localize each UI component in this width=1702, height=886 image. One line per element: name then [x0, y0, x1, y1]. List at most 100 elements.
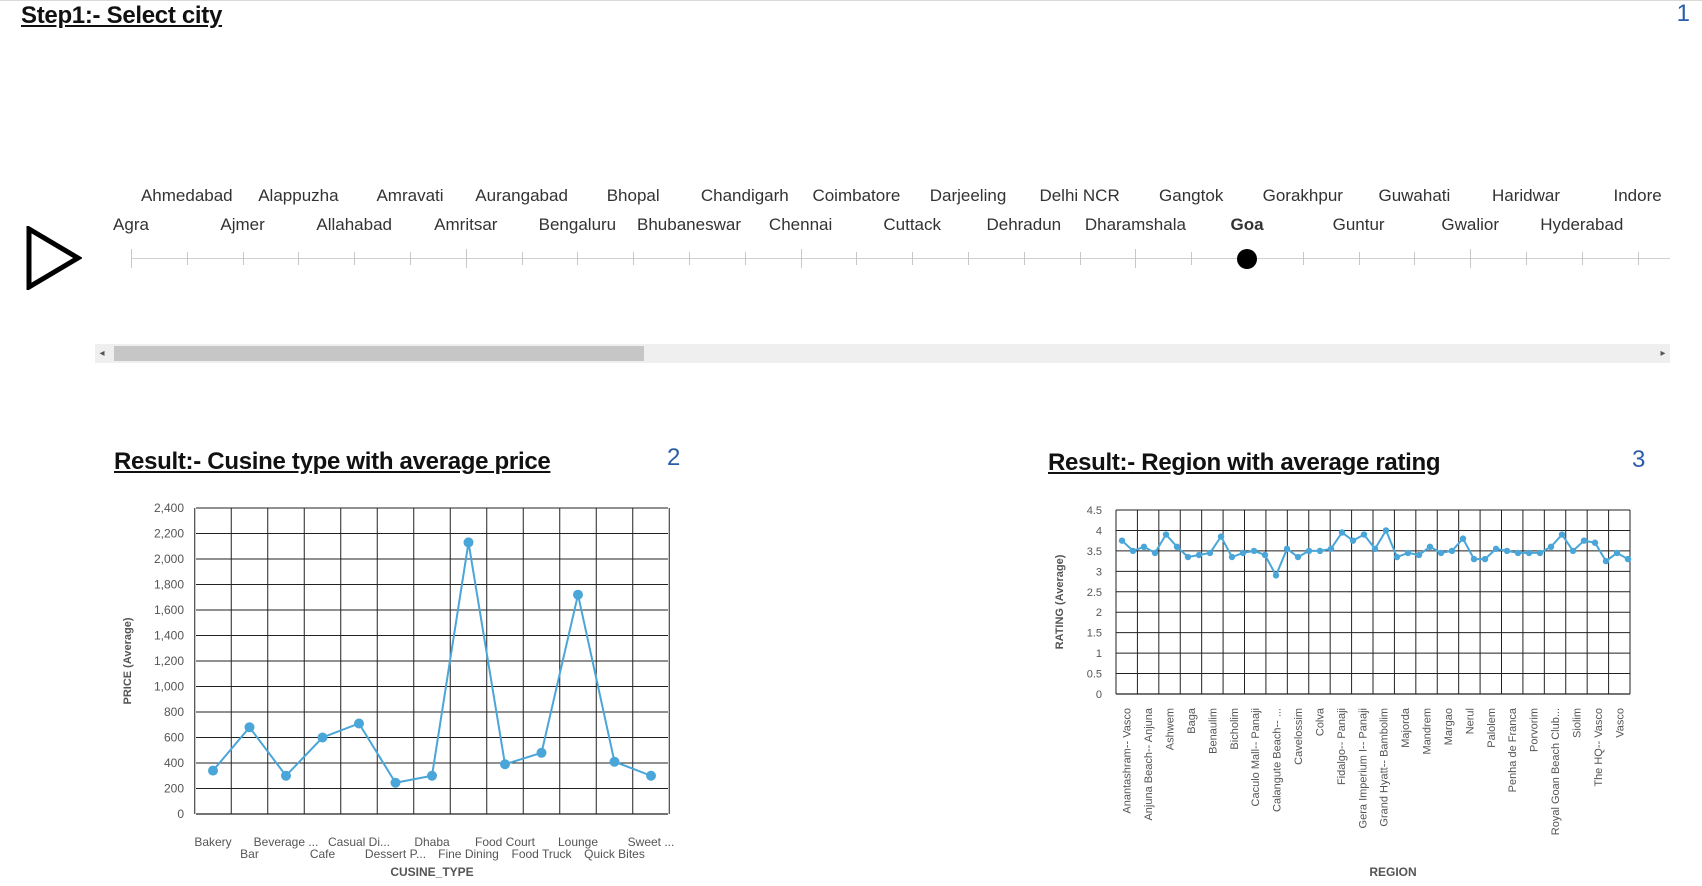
slider-tick: [410, 252, 411, 265]
city-option[interactable]: Guwahati: [1378, 186, 1450, 206]
x-tick-label: The HQ-- Vasco: [1593, 708, 1605, 787]
city-option[interactable]: Amravati: [376, 186, 443, 206]
city-slider[interactable]: Agra Ahmedabad Ajmer Alappuzha Allahabad Amra…: [95, 178, 1670, 288]
x-tick-label: Mandrem: [1422, 708, 1434, 754]
city-option[interactable]: Gangtok: [1159, 186, 1223, 206]
slider-tick: [1414, 252, 1416, 265]
data-point: [1360, 531, 1368, 538]
city-option[interactable]: Amritsar: [434, 215, 497, 235]
y-tick-label: 3: [1096, 566, 1102, 578]
city-option[interactable]: Gwalior: [1441, 215, 1499, 235]
x-axis-title: REGION: [1369, 865, 1416, 879]
data-point: [354, 718, 364, 729]
x-tick-label: Palolem: [1486, 708, 1498, 748]
y-tick-label: 1,800: [154, 578, 184, 592]
x-tick-label: Calangute Beach-- ...: [1272, 708, 1284, 812]
data-point: [1261, 551, 1269, 559]
data-point: [1492, 545, 1500, 553]
data-point: [208, 765, 218, 776]
city-option[interactable]: Coimbatore: [812, 186, 900, 206]
city-option[interactable]: Chennai: [769, 215, 832, 235]
data-point: [1228, 553, 1236, 561]
city-option[interactable]: Darjeeling: [930, 186, 1007, 206]
y-tick-label: 2.5: [1087, 587, 1102, 599]
city-option[interactable]: Alappuzha: [258, 186, 338, 206]
data-point: [1591, 539, 1599, 546]
x-tick-label: Ashwem: [1165, 708, 1177, 750]
y-axis-title: PRICE (Average): [122, 617, 134, 704]
city-option[interactable]: Dharamshala: [1085, 215, 1186, 235]
data-point: [573, 589, 583, 600]
city-option[interactable]: Gorakhpur: [1263, 186, 1343, 206]
scroll-left-arrow-icon[interactable]: ◂: [95, 344, 109, 363]
play-icon[interactable]: [26, 226, 82, 290]
panel-number-2: 2: [667, 444, 681, 471]
slider-tick: [1581, 252, 1583, 265]
x-tick-label: Dessert P...: [365, 847, 426, 861]
slider-handle[interactable]: [1237, 249, 1257, 269]
data-point: [1294, 553, 1302, 561]
x-tick-label: Gera Imperium I-- Panaji: [1357, 708, 1369, 828]
slider-tick: [800, 249, 802, 268]
y-tick-label: 0: [1096, 689, 1102, 701]
x-tick-label: Beverage ...: [254, 835, 319, 849]
x-tick-label: Siolim: [1571, 708, 1583, 738]
data-point: [1393, 553, 1401, 561]
city-option[interactable]: Cuttack: [883, 215, 941, 235]
data-point: [1349, 537, 1357, 544]
x-tick-label: Caculo Mall-- Panaji: [1250, 708, 1262, 806]
scroll-right-arrow-icon[interactable]: ▸: [1656, 344, 1670, 363]
data-point: [1503, 547, 1511, 555]
city-option[interactable]: Agra: [113, 215, 149, 235]
city-option[interactable]: Bengaluru: [539, 215, 617, 235]
data-point: [1426, 543, 1434, 550]
slider-tick: [521, 252, 523, 265]
data-point: [1558, 531, 1566, 538]
x-tick-label: Quick Bites: [584, 847, 645, 861]
data-point: [1602, 557, 1610, 565]
slider-tick: [744, 252, 746, 265]
price-chart-title: Result:- Cusine type with average price: [114, 448, 551, 475]
data-point: [463, 537, 474, 548]
slider-tick: [633, 252, 635, 265]
data-point: [1580, 537, 1588, 544]
city-option[interactable]: Ahmedabad: [141, 186, 233, 206]
data-point: [1448, 547, 1456, 555]
y-tick-label: 1: [1096, 648, 1102, 660]
city-option[interactable]: Guntur: [1333, 215, 1385, 235]
y-tick-label: 600: [164, 731, 184, 745]
x-tick-label: Colva: [1314, 707, 1326, 736]
y-tick-label: 0: [177, 807, 184, 821]
slider-track[interactable]: [131, 258, 1670, 259]
horizontal-scrollbar[interactable]: ◂ ▸: [95, 344, 1670, 363]
data-point: [1272, 572, 1280, 579]
city-option[interactable]: Chandigarh: [701, 186, 789, 206]
slider-tick: [1135, 249, 1137, 268]
city-option[interactable]: Aurangabad: [475, 186, 568, 206]
slider-tick: [856, 252, 858, 265]
city-option[interactable]: Bhopal: [607, 186, 660, 206]
city-option[interactable]: Delhi NCR: [1039, 186, 1119, 206]
slider-tick: [1302, 252, 1304, 265]
city-option[interactable]: Indore: [1613, 186, 1661, 206]
city-option[interactable]: Allahabad: [316, 215, 392, 235]
city-option[interactable]: Goa: [1230, 215, 1263, 235]
data-point: [1536, 549, 1544, 557]
city-option[interactable]: Ajmer: [220, 215, 264, 235]
city-option[interactable]: Hyderabad: [1540, 215, 1623, 235]
x-tick-label: Baga: [1186, 707, 1198, 734]
city-option[interactable]: Dehradun: [986, 215, 1061, 235]
data-point: [1569, 547, 1577, 555]
x-tick-label: Porvorim: [1529, 708, 1541, 752]
y-tick-label: 200: [164, 782, 184, 796]
city-option[interactable]: Haridwar: [1492, 186, 1560, 206]
data-point: [390, 777, 401, 788]
x-tick-label: Anjuna Beach-- Anjuna: [1143, 707, 1155, 820]
slider-tick: [298, 252, 300, 265]
x-tick-label: Cafe: [310, 847, 336, 861]
data-point: [244, 722, 255, 733]
y-tick-label: 3.5: [1087, 546, 1102, 558]
city-option[interactable]: Bhubaneswar: [637, 215, 741, 235]
slider-tick: [1637, 252, 1639, 265]
scrollbar-thumb[interactable]: [114, 346, 644, 361]
